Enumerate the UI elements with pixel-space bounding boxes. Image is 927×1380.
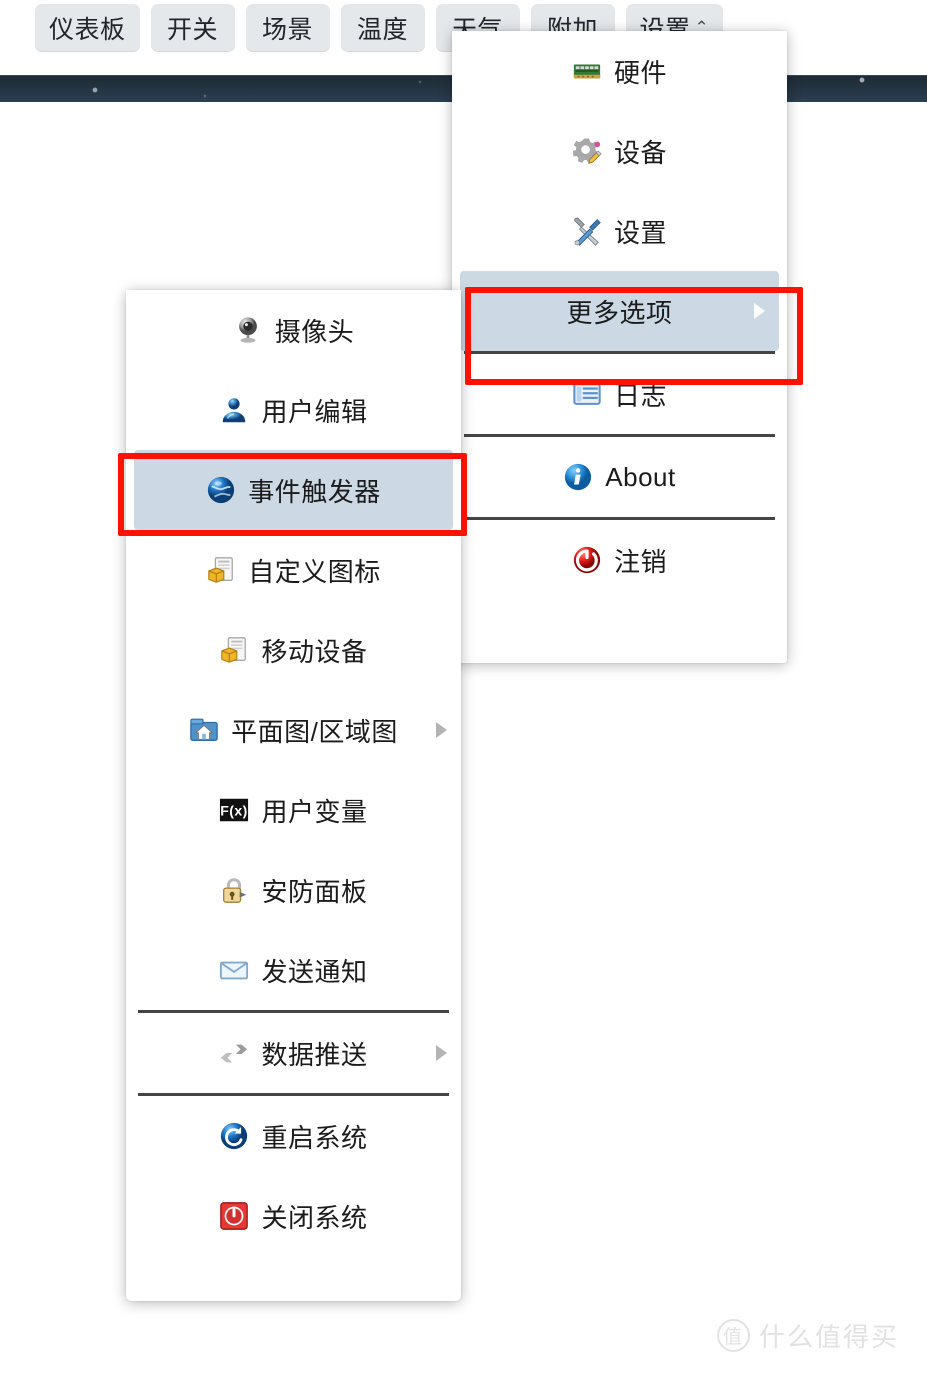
menu-item-label: 发送通知 [261, 956, 368, 987]
menu-item-label: 设备 [613, 137, 667, 168]
tools-icon [572, 216, 602, 246]
menu-item-label: 数据推送 [261, 1039, 368, 1070]
house-icon [189, 715, 219, 745]
menu-item-[interactable]: 日志 [452, 354, 787, 434]
menu-item-label: 自定义图标 [248, 556, 381, 587]
watermark: 值 什么值得买 [716, 1317, 899, 1354]
menu-item-[interactable]: 平面图/区域图 [126, 690, 461, 770]
menu-item-label: 摄像头 [274, 316, 355, 347]
menu-item-label: 日志 [613, 380, 667, 411]
package-icon [219, 635, 249, 665]
tab-1[interactable]: 仪表板 [35, 4, 140, 52]
menu-item-label: 重启系统 [261, 1122, 368, 1153]
settings-dropdown-menu: 硬件设备设置更多选项日志 About 注销 [452, 31, 787, 663]
gear-pencil-icon [572, 136, 602, 166]
menu-item-label: About [605, 461, 676, 492]
menu-item-About[interactable]: About [452, 437, 787, 517]
watermark-logo-icon: 值 [716, 1319, 750, 1352]
menu-item-label: 设置 [613, 217, 667, 248]
menu-item-label: 关闭系统 [261, 1202, 368, 1233]
transfer-arrows-icon [219, 1038, 249, 1068]
menu-item-[interactable]: 发送通知 [126, 930, 461, 1010]
tab-label: 温度 [357, 16, 409, 44]
menu-item-[interactable]: 安防面板 [126, 850, 461, 930]
tab-2[interactable]: 开关 [150, 4, 235, 52]
menu-item-[interactable]: 摄像头 [126, 290, 461, 370]
menu-item-[interactable]: 硬件 [452, 31, 787, 111]
menu-item-[interactable]: 用户编辑 [126, 370, 461, 450]
watermark-text: 什么值得买 [758, 1322, 899, 1352]
menu-item-[interactable]: 注销 [452, 520, 787, 600]
shutdown-icon [219, 1201, 249, 1231]
submenu-arrow-icon [754, 303, 765, 319]
webcam-icon [233, 315, 263, 345]
power-logout-icon [572, 545, 602, 575]
user-icon [219, 395, 249, 425]
menu-item-[interactable]: 移动设备 [126, 610, 461, 690]
submenu-arrow-icon [436, 722, 447, 738]
menu-item-label: 移动设备 [261, 636, 368, 667]
menu-item-label: 安防面板 [261, 876, 368, 907]
envelope-icon [219, 955, 249, 985]
menu-item-[interactable]: 关闭系统 [126, 1176, 461, 1256]
more-options-submenu: 摄像头用户编辑事件触发器自定义图标移动设备平面图/区域图 F(x) 用户变量安防面板… [126, 290, 461, 1301]
menu-item-label: 用户编辑 [261, 396, 368, 427]
menu-item-[interactable]: F(x) 用户变量 [126, 770, 461, 850]
restart-icon [219, 1121, 249, 1151]
menu-item-label: 事件触发器 [248, 476, 381, 507]
menu-item-label: 用户变量 [261, 796, 368, 827]
menu-item-[interactable]: 数据推送 [126, 1013, 461, 1093]
globe-icon [206, 475, 236, 505]
menu-item-[interactable]: 设置 [452, 191, 787, 271]
tab-label: 场景 [262, 16, 314, 44]
menu-item-label: 硬件 [613, 57, 667, 88]
tab-label: 开关 [167, 16, 219, 44]
menu-item-label: 注销 [613, 546, 667, 577]
tab-3[interactable]: 场景 [245, 4, 330, 52]
menu-item-label: 平面图/区域图 [231, 716, 398, 747]
circuit-board-icon [572, 56, 602, 86]
menu-item-[interactable]: 自定义图标 [126, 530, 461, 610]
app-root: 仪表板 开关 场景 温度 天气 附加 设置 ⌃ 硬件 设备 设置 更多选项 日志 About 注销 摄像头… [0, 0, 927, 1380]
menu-item-[interactable]: 设备 [452, 111, 787, 191]
menu-item-[interactable]: 事件触发器 [134, 450, 453, 530]
list-icon [572, 379, 602, 409]
info-icon [563, 462, 593, 492]
lock-icon [219, 875, 249, 905]
fx-icon: F(x) [219, 795, 249, 825]
package-icon [206, 555, 236, 585]
svg-text:F(x): F(x) [221, 803, 249, 819]
tab-4[interactable]: 温度 [340, 4, 425, 52]
tab-label: 仪表板 [49, 16, 126, 44]
menu-item-[interactable]: 更多选项 [460, 271, 779, 351]
menu-item-label: 更多选项 [566, 297, 673, 328]
menu-item-[interactable]: 重启系统 [126, 1096, 461, 1176]
submenu-arrow-icon [436, 1045, 447, 1061]
